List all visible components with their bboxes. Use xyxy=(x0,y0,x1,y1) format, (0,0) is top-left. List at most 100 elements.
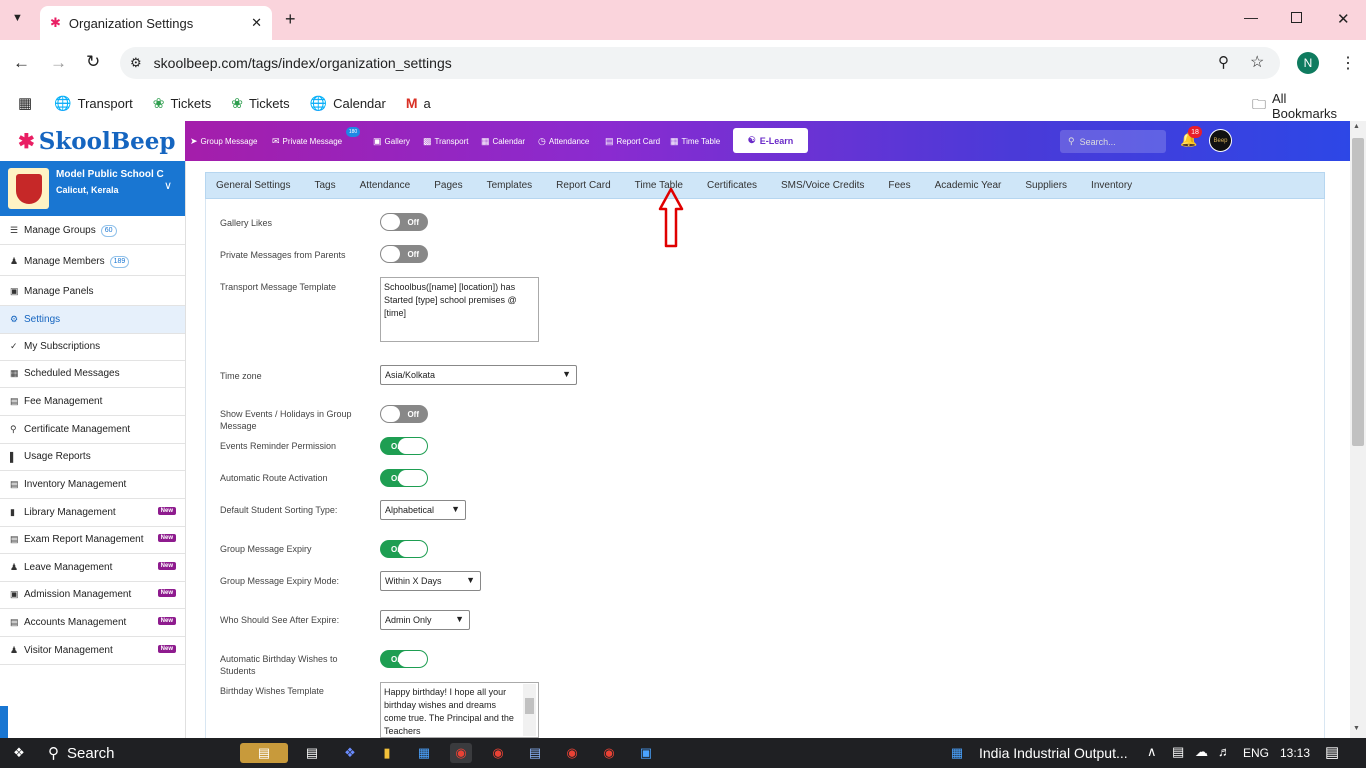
nav-report-card[interactable]: ▤ Report Card xyxy=(605,121,660,161)
language-indicator[interactable]: ENG xyxy=(1243,746,1269,760)
copilot-icon[interactable]: ❖ xyxy=(339,743,361,763)
tab-list-chevron-icon[interactable]: ▼ xyxy=(12,12,23,24)
tab-sms-voice-credits[interactable]: SMS/Voice Credits xyxy=(781,180,864,191)
sidebar-item-leave-management[interactable]: ♟ Leave Management New xyxy=(0,554,185,582)
auto-route-toggle[interactable]: On xyxy=(380,469,428,487)
textarea-scrollbar[interactable] xyxy=(523,684,536,736)
sidebar-item-exam-report-management[interactable]: ▤ Exam Report Management New xyxy=(0,526,185,554)
tab-academic-year[interactable]: Academic Year xyxy=(935,180,1002,191)
profile-avatar[interactable]: N xyxy=(1297,52,1319,74)
chevron-down-icon[interactable]: ∨ xyxy=(164,179,172,192)
news-icon[interactable]: ▦ xyxy=(946,743,968,763)
sidebar-item-inventory-management[interactable]: ▤ Inventory Management xyxy=(0,471,185,499)
clock[interactable]: 13:13 xyxy=(1280,746,1310,760)
reload-icon[interactable]: ↻ xyxy=(86,52,100,72)
tab-fees[interactable]: Fees xyxy=(888,180,910,191)
school-selector[interactable]: Model Public School C Calicut, Kerala ∨ xyxy=(0,161,185,216)
network-icon[interactable]: ▤ xyxy=(1172,744,1184,760)
back-icon[interactable]: ← xyxy=(13,53,30,73)
app-search-input[interactable]: ⚲ Search... xyxy=(1060,130,1166,153)
sidebar-item-certificate-management[interactable]: ⚲ Certificate Management xyxy=(0,416,185,444)
show-hidden-icons-icon[interactable]: ∧ xyxy=(1147,744,1157,760)
photos-icon[interactable]: ▣ xyxy=(635,743,657,763)
tab-suppliers[interactable]: Suppliers xyxy=(1025,180,1067,191)
forward-icon[interactable]: → xyxy=(50,53,67,73)
close-window-icon[interactable]: ✕ xyxy=(1337,10,1350,28)
sidebar-item-scheduled-messages[interactable]: ▦ Scheduled Messages xyxy=(0,360,185,388)
news-ticker[interactable]: India Industrial Output... xyxy=(979,745,1128,761)
bookmark-transport[interactable]: 🌐 Transport xyxy=(54,95,133,112)
tab-report-card[interactable]: Report Card xyxy=(556,180,610,191)
bookmark-calendar[interactable]: 🌐 Calendar xyxy=(310,95,386,112)
who-see-select[interactable]: Admin Only ▼ xyxy=(380,610,470,630)
nav-private-message[interactable]: ✉ Private Message xyxy=(272,121,342,161)
bookmark-tickets-2[interactable]: ❀ Tickets xyxy=(231,95,289,112)
birthday-template-textarea[interactable]: Happy birthday! I hope all your birthday… xyxy=(380,682,539,738)
sidebar-item-settings[interactable]: ⚙ Settings xyxy=(0,306,185,334)
sidebar-item-fee-management[interactable]: ▤ Fee Management xyxy=(0,388,185,416)
gallery-likes-toggle[interactable]: Off xyxy=(380,213,428,231)
tab-general-settings[interactable]: General Settings xyxy=(216,180,291,191)
volume-icon[interactable]: ♬ xyxy=(1218,744,1231,759)
store-icon[interactable]: ▦ xyxy=(413,743,435,763)
skoolbeep-logo[interactable]: ✱ SkoolBeep xyxy=(0,121,185,161)
url-text[interactable]: skoolbeep.com/tags/index/organization_se… xyxy=(154,55,452,71)
nav-transport[interactable]: ▩ Transport xyxy=(423,121,468,161)
sidebar-item-manage-groups[interactable]: ☰ Manage Groups 60 xyxy=(0,217,185,245)
sidebar-item-accounts-management[interactable]: ▤ Accounts Management New xyxy=(0,609,185,637)
expiry-mode-select[interactable]: Within X Days ▼ xyxy=(380,571,481,591)
task-view-icon[interactable]: ▤ xyxy=(301,743,323,763)
radio-widget-icon[interactable]: ▤ xyxy=(240,743,288,763)
restore-icon[interactable] xyxy=(1291,12,1302,23)
bookmark-star-icon[interactable]: ☆ xyxy=(1250,52,1264,72)
browser-menu-icon[interactable]: ⋮ xyxy=(1340,53,1356,73)
all-bookmarks[interactable]: 🗀 All Bookmarks xyxy=(1252,91,1346,121)
taskbar-search[interactable]: ⚲ Search xyxy=(48,744,115,763)
tab-pages[interactable]: Pages xyxy=(434,180,462,191)
omnibox[interactable]: ⚙ skoolbeep.com/tags/index/organization_… xyxy=(120,47,1280,79)
apps-grid-icon[interactable]: ▦ xyxy=(18,94,32,112)
chrome-icon[interactable]: ◉ xyxy=(561,743,583,763)
time-zone-select[interactable]: Asia/Kolkata ▼ xyxy=(380,365,577,385)
msg-expiry-toggle[interactable]: On xyxy=(380,540,428,558)
nav-gallery[interactable]: ▣ Gallery xyxy=(373,121,410,161)
weather-icon[interactable]: ☁ xyxy=(1195,744,1208,760)
minimize-icon[interactable]: — xyxy=(1244,9,1258,25)
bookmark-tickets-1[interactable]: ❀ Tickets xyxy=(153,95,211,112)
sidebar-item-admission-management[interactable]: ▣ Admission Management New xyxy=(0,581,185,609)
sidebar-item-usage-reports[interactable]: ▌ Usage Reports xyxy=(0,443,185,471)
transport-template-textarea[interactable]: Schoolbus([name] [location]) has Started… xyxy=(380,277,539,342)
file-explorer-icon[interactable]: ▮ xyxy=(376,743,398,763)
nav-time-table[interactable]: ▦ Time Table xyxy=(670,121,720,161)
elearn-button[interactable]: ☯ E-Learn xyxy=(733,128,808,153)
tab-tags[interactable]: Tags xyxy=(315,180,336,191)
bookmark-gmail[interactable]: Ma xyxy=(406,95,431,111)
sidebar-item-manage-members[interactable]: ♟ Manage Members 189 xyxy=(0,248,185,276)
tab-attendance[interactable]: Attendance xyxy=(360,180,411,191)
nav-attendance[interactable]: ◷ Attendance xyxy=(538,121,589,161)
chrome-icon[interactable]: ◉ xyxy=(598,743,620,763)
sidebar-item-visitor-management[interactable]: ♟ Visitor Management New xyxy=(0,637,185,665)
sidebar-item-my-subscriptions[interactable]: ✓ My Subscriptions xyxy=(0,333,185,361)
zoom-icon[interactable]: ⚲ xyxy=(1218,53,1229,71)
notifications-icon[interactable]: ▤ xyxy=(1325,743,1339,761)
chrome-icon[interactable]: ◉ xyxy=(487,743,509,763)
nav-group-message[interactable]: ➤ Group Message xyxy=(190,121,257,161)
user-avatar[interactable]: Beep xyxy=(1209,129,1232,152)
notepad-icon[interactable]: ▤ xyxy=(524,743,546,763)
site-info-icon[interactable]: ⚙ xyxy=(130,55,142,71)
close-tab-icon[interactable]: ✕ xyxy=(251,15,262,31)
tab-inventory[interactable]: Inventory xyxy=(1091,180,1132,191)
scroll-up-icon[interactable]: ▲ xyxy=(1353,123,1360,130)
sorting-select[interactable]: Alphabetical ▼ xyxy=(380,500,466,520)
private-messages-toggle[interactable]: Off xyxy=(380,245,428,263)
chrome-icon[interactable]: ◉ xyxy=(450,743,472,763)
birthday-wishes-toggle[interactable]: On xyxy=(380,650,428,668)
nav-calendar[interactable]: ▦ Calendar xyxy=(481,121,525,161)
browser-tab[interactable]: ✱ Organization Settings ✕ xyxy=(40,6,272,40)
page-scrollbar-thumb[interactable] xyxy=(1352,138,1364,446)
show-events-toggle[interactable]: Off xyxy=(380,405,428,423)
sidebar-item-library-management[interactable]: ▮ Library Management New xyxy=(0,499,185,527)
new-tab-icon[interactable]: + xyxy=(285,9,296,30)
tab-templates[interactable]: Templates xyxy=(487,180,533,191)
